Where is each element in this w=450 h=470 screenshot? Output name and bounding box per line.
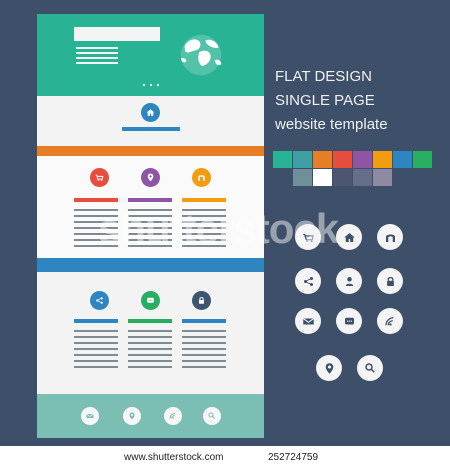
hero-page-dot[interactable] (143, 84, 145, 86)
hero-text-line (76, 47, 118, 49)
search-icon[interactable] (203, 407, 221, 425)
caption-bar (0, 446, 450, 470)
color-palette (273, 151, 432, 187)
hero-text-line (76, 52, 118, 54)
feature-text-line (182, 342, 226, 344)
feature-text-line (128, 354, 172, 356)
feature-bar-yellow (182, 198, 226, 202)
color-swatch (353, 169, 372, 186)
caption-id: 252724759 (268, 452, 319, 463)
features-section-2 (37, 272, 264, 394)
lock-icon[interactable] (377, 268, 403, 294)
feature-text-line (128, 336, 172, 338)
feature-text-line (182, 330, 226, 332)
feature-text-line (74, 366, 118, 368)
feature-bar-red (74, 198, 118, 202)
color-swatch (413, 151, 432, 168)
hero-headline-box (74, 27, 160, 41)
tunnel-icon[interactable] (377, 224, 403, 250)
tunnel-icon[interactable] (192, 168, 211, 187)
feature-bar-blue (74, 319, 118, 323)
watermark-text: shutterstock (98, 205, 339, 252)
color-swatch (293, 151, 312, 168)
intro-section (37, 96, 264, 146)
search-icon[interactable] (357, 355, 383, 381)
feature-text-line (74, 354, 118, 356)
globe-icon (180, 34, 222, 76)
chat-icon[interactable] (336, 308, 362, 334)
mail-icon[interactable] (81, 407, 99, 425)
feature-text-line (74, 348, 118, 350)
feature-bar-blue (182, 319, 226, 323)
feature-text-line (128, 330, 172, 332)
location-pin-icon[interactable] (123, 407, 141, 425)
feature-text-line (128, 366, 172, 368)
wifi-icon[interactable] (164, 407, 182, 425)
feature-text-line (182, 348, 226, 350)
color-swatch (373, 169, 392, 186)
feature-text-line (74, 342, 118, 344)
color-swatch (353, 151, 372, 168)
blue-divider (37, 258, 264, 272)
mail-icon[interactable] (295, 308, 321, 334)
location-pin-icon[interactable] (141, 168, 160, 187)
color-swatch (393, 151, 412, 168)
hero-text-line (76, 62, 118, 64)
intro-bar (122, 127, 180, 131)
wifi-icon[interactable] (377, 308, 403, 334)
color-swatch (313, 169, 332, 186)
title-line-3: website template (275, 116, 388, 133)
feature-text-line (74, 330, 118, 332)
feature-text-line (128, 348, 172, 350)
feature-text-line (182, 360, 226, 362)
title-line-1: FLAT DESIGN (275, 68, 372, 85)
chat-icon[interactable] (141, 291, 160, 310)
color-swatch (293, 169, 312, 186)
feature-bar-purple (128, 198, 172, 202)
feature-bar-green (128, 319, 172, 323)
share-icon[interactable] (90, 291, 109, 310)
color-swatch (273, 151, 292, 168)
person-icon[interactable] (336, 268, 362, 294)
home-icon[interactable] (336, 224, 362, 250)
color-swatch (373, 151, 392, 168)
hero-section (37, 14, 264, 96)
hero-page-dot[interactable] (150, 84, 152, 86)
footer-section (37, 394, 264, 438)
feature-text-line (74, 360, 118, 362)
shopping-cart-icon[interactable] (90, 168, 109, 187)
color-swatch (333, 169, 352, 186)
title-line-2: SINGLE PAGE (275, 92, 375, 109)
location-pin-icon[interactable] (316, 355, 342, 381)
share-icon[interactable] (295, 268, 321, 294)
hero-text-line (76, 57, 118, 59)
hero-pagination (143, 84, 159, 86)
caption-url: www.shutterstock.com (124, 452, 224, 463)
feature-text-line (182, 366, 226, 368)
hero-page-dot[interactable] (157, 84, 159, 86)
feature-text-line (74, 336, 118, 338)
color-swatch (313, 151, 332, 168)
feature-text-line (128, 360, 172, 362)
feature-text-line (182, 354, 226, 356)
orange-divider (37, 146, 264, 156)
home-icon[interactable] (141, 103, 160, 122)
lock-icon[interactable] (192, 291, 211, 310)
feature-text-line (128, 342, 172, 344)
feature-text-line (182, 336, 226, 338)
color-swatch (333, 151, 352, 168)
